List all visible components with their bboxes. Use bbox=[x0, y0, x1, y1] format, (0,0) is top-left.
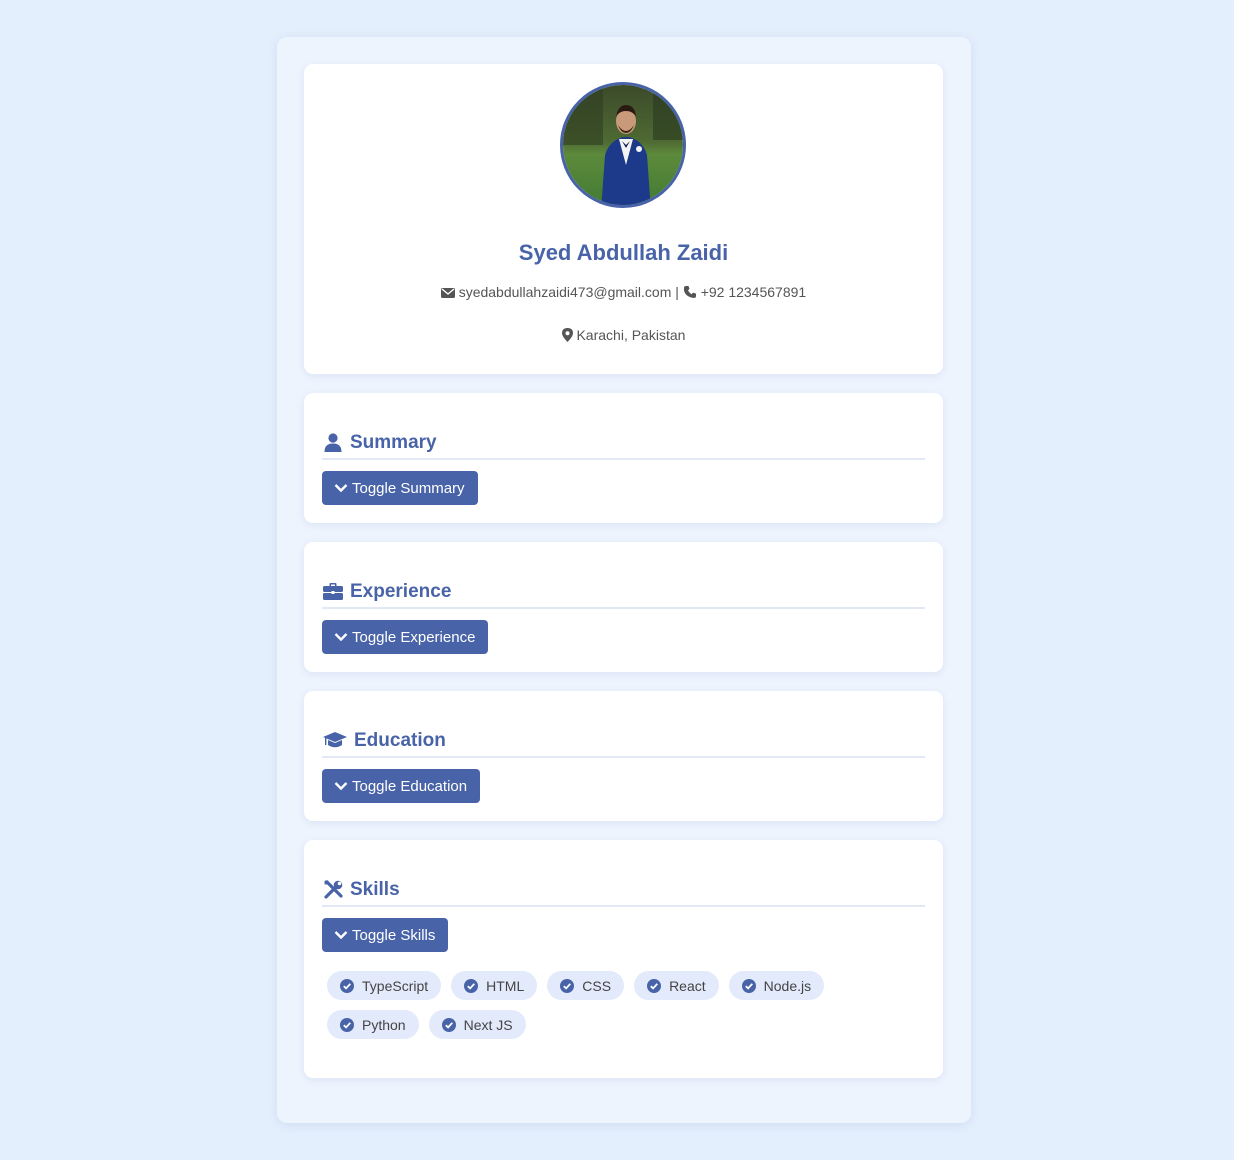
contact-separator: | bbox=[675, 284, 679, 300]
check-circle-icon bbox=[560, 978, 575, 993]
resume-container: Syed Abdullah Zaidi syedabdullahzaidi473… bbox=[277, 37, 971, 1123]
check-circle-icon bbox=[741, 978, 756, 993]
skill-chip: Next JS bbox=[428, 1010, 526, 1039]
skill-chip: Node.js bbox=[728, 971, 825, 1000]
profile-name: Syed Abdullah Zaidi bbox=[518, 240, 729, 265]
chevron-down-icon bbox=[334, 931, 348, 940]
profile-card: Syed Abdullah Zaidi syedabdullahzaidi473… bbox=[304, 64, 943, 374]
contact-email[interactable]: syedabdullahzaidi473@gmail.com bbox=[459, 284, 672, 300]
user-icon bbox=[322, 432, 344, 454]
contact-line: syedabdullahzaidi473@gmail.com | +92 123… bbox=[304, 284, 943, 302]
experience-heading: Experience bbox=[322, 576, 925, 609]
skills-section: Skills Toggle Skills TypeScript HTML CSS… bbox=[304, 840, 943, 1078]
summary-section: Summary Toggle Summary bbox=[304, 393, 943, 523]
skills-heading: Skills bbox=[322, 874, 925, 907]
check-circle-icon bbox=[441, 1017, 456, 1032]
check-circle-icon bbox=[340, 978, 354, 993]
chevron-down-icon bbox=[334, 782, 348, 791]
tools-icon bbox=[322, 879, 344, 901]
experience-section: Experience Toggle Experience bbox=[304, 542, 943, 672]
envelope-icon bbox=[440, 286, 455, 302]
profile-photo bbox=[560, 82, 686, 208]
education-section: Education Toggle Education bbox=[304, 691, 943, 821]
check-circle-icon bbox=[647, 978, 662, 993]
location-text: Karachi, Pakistan bbox=[576, 327, 686, 343]
summary-heading: Summary bbox=[322, 427, 925, 460]
phone-icon bbox=[683, 285, 697, 302]
contact-phone[interactable]: +92 1234567891 bbox=[701, 284, 807, 300]
toggle-education-button[interactable]: Toggle Education bbox=[322, 769, 481, 803]
skill-chip: Python bbox=[327, 1010, 419, 1039]
skill-chip: TypeScript bbox=[327, 971, 442, 1000]
location-line: Karachi, Pakistan bbox=[304, 327, 943, 345]
education-heading: Education bbox=[322, 725, 925, 758]
skill-chip: CSS bbox=[547, 971, 625, 1000]
skills-list: TypeScript HTML CSS React Node.js Python… bbox=[327, 971, 887, 1039]
chevron-down-icon bbox=[334, 633, 348, 642]
skill-chip: React bbox=[634, 971, 719, 1000]
chevron-down-icon bbox=[334, 484, 348, 493]
toggle-skills-button[interactable]: Toggle Skills bbox=[322, 918, 449, 952]
toggle-experience-button[interactable]: Toggle Experience bbox=[322, 620, 489, 654]
briefcase-icon bbox=[322, 581, 344, 603]
graduation-cap-icon bbox=[322, 730, 348, 752]
toggle-summary-button[interactable]: Toggle Summary bbox=[322, 471, 478, 505]
skill-chip: HTML bbox=[451, 971, 538, 1000]
map-marker-icon bbox=[561, 328, 573, 345]
check-circle-icon bbox=[340, 1017, 354, 1032]
check-circle-icon bbox=[464, 978, 479, 993]
